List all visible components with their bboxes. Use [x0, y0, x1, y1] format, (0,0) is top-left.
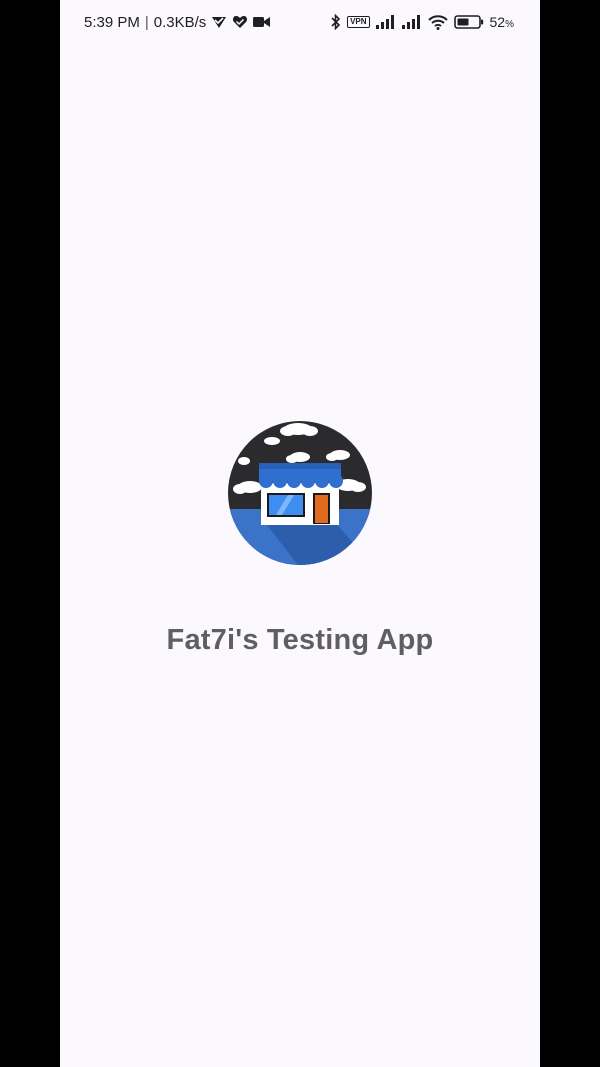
app-title: Fat7i's Testing App — [166, 624, 434, 656]
signal-check-icon — [211, 15, 227, 29]
heart-check-icon — [232, 15, 248, 29]
battery-unit: % — [505, 19, 514, 30]
store-logo-icon — [228, 421, 372, 565]
battery-level: 52 — [489, 14, 506, 30]
signal-icon-secondary — [401, 15, 422, 29]
video-camera-icon — [253, 16, 271, 28]
network-speed: 0.3KB/s — [153, 13, 207, 31]
status-separator: | — [144, 13, 149, 31]
signal-icon — [375, 15, 396, 29]
vpn-badge: VPN — [347, 16, 370, 28]
battery-percentage: 52% — [490, 14, 514, 30]
status-right: VPN 52% — [331, 14, 514, 30]
battery-icon — [453, 15, 484, 29]
wifi-icon — [427, 14, 448, 30]
app-screen: 5:39 PM | 0.3KB/s VPN 52% Fat7i's Testin… — [60, 0, 540, 1067]
status-time: 5:39 PM — [84, 13, 140, 31]
status-left: 5:39 PM | 0.3KB/s — [84, 13, 271, 31]
bluetooth-icon — [331, 14, 341, 30]
status-bar: 5:39 PM | 0.3KB/s VPN 52% — [60, 0, 540, 44]
